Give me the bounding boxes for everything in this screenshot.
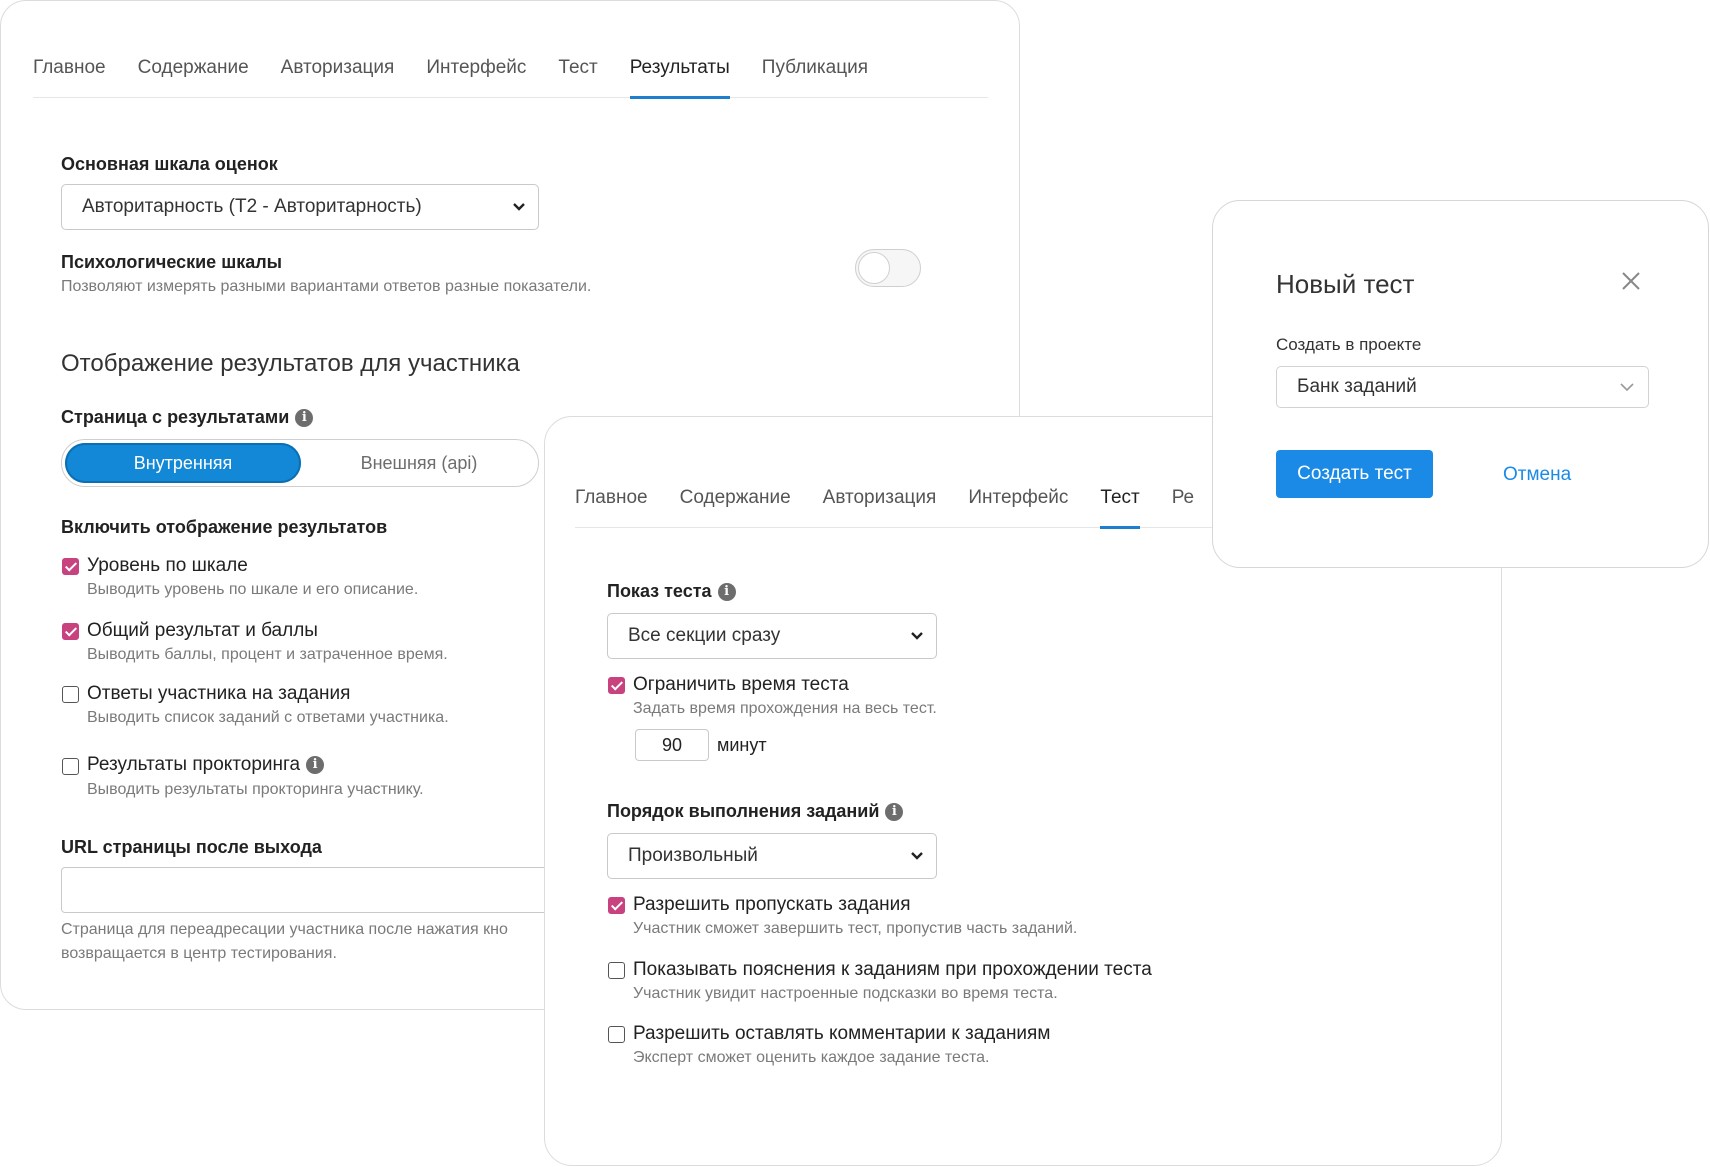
option-scale-level-hint: Выводить уровень по шкале и его описание… bbox=[87, 581, 419, 598]
url-label: URL страницы после выхода bbox=[61, 837, 322, 857]
info-icon[interactable]: i bbox=[885, 803, 904, 822]
tab-authorization[interactable]: Авторизация bbox=[823, 487, 937, 527]
cancel-button[interactable]: Отмена bbox=[1503, 464, 1571, 486]
info-icon[interactable]: i bbox=[295, 409, 314, 428]
option-proctoring-label: Результаты прокторинга i bbox=[87, 754, 325, 776]
allow-skip-label: Разрешить пропускать задания bbox=[633, 894, 911, 915]
option-total-result-hint: Выводить баллы, процент и затраченное вр… bbox=[87, 646, 448, 663]
results-page-segmented-control: Внутренняя Внешняя (api) bbox=[61, 439, 539, 487]
url-hint-line-1: Страница для переадресации участника пос… bbox=[61, 921, 508, 938]
chevron-down-icon bbox=[513, 203, 525, 211]
main-scale-select[interactable]: Авторитарность (Т2 - Авторитарность) bbox=[61, 184, 539, 230]
order-value: Произвольный bbox=[628, 845, 758, 866]
psych-scales-toggle[interactable] bbox=[855, 249, 921, 287]
results-page-label-text: Страница с результатами bbox=[61, 407, 290, 427]
psych-scales-label: Психологические шкалы bbox=[61, 252, 283, 272]
tab-authorization[interactable]: Авторизация bbox=[281, 57, 395, 97]
minutes-input[interactable]: 90 bbox=[635, 729, 709, 761]
option-total-result-checkbox[interactable] bbox=[62, 623, 79, 640]
option-total-result-label: Общий результат и баллы bbox=[87, 620, 318, 641]
option-proctoring-hint: Выводить результаты прокторинга участник… bbox=[87, 781, 424, 798]
allow-skip-checkbox[interactable] bbox=[608, 897, 625, 914]
tab-interface[interactable]: Интерфейс bbox=[426, 57, 526, 97]
option-scale-level-checkbox[interactable] bbox=[62, 558, 79, 575]
info-icon[interactable]: i bbox=[306, 755, 325, 774]
option-scale-level-label: Уровень по шкале bbox=[87, 555, 248, 576]
order-label-text: Порядок выполнения заданий bbox=[607, 801, 880, 821]
option-proctoring-checkbox[interactable] bbox=[62, 758, 79, 775]
project-select[interactable]: Банк заданий bbox=[1276, 366, 1649, 408]
minutes-unit: минут bbox=[717, 735, 767, 755]
tab-test[interactable]: Тест bbox=[558, 57, 597, 97]
tab-interface[interactable]: Интерфейс bbox=[968, 487, 1068, 527]
close-icon[interactable] bbox=[1621, 271, 1641, 291]
results-page-label: Страница с результатами i bbox=[61, 407, 314, 428]
tab-main[interactable]: Главное bbox=[33, 57, 106, 97]
option-answers-hint: Выводить список заданий с ответами участ… bbox=[87, 709, 449, 726]
limit-time-checkbox[interactable] bbox=[608, 677, 625, 694]
show-test-value: Все секции сразу bbox=[628, 625, 781, 646]
psych-scales-hint: Позволяют измерять разными вариантами от… bbox=[61, 278, 592, 295]
segment-internal-button[interactable]: Внутренняя bbox=[65, 443, 301, 483]
tab-bar: Главное Содержание Авторизация Интерфейс… bbox=[33, 57, 988, 99]
enable-display-label: Включить отображение результатов bbox=[61, 517, 388, 537]
option-proctoring-label-text: Результаты прокторинга bbox=[87, 754, 301, 775]
show-explanations-checkbox[interactable] bbox=[608, 962, 625, 979]
show-test-label-text: Показ теста bbox=[607, 581, 712, 601]
limit-time-label: Ограничить время теста bbox=[633, 674, 849, 695]
segment-external-button[interactable]: Внешняя (api) bbox=[302, 443, 536, 483]
show-test-label: Показ теста i bbox=[607, 581, 736, 602]
allow-comments-checkbox[interactable] bbox=[608, 1026, 625, 1043]
show-explanations-hint: Участник увидит настроенные подсказки во… bbox=[633, 985, 1058, 1002]
chevron-down-icon bbox=[1620, 383, 1634, 392]
main-scale-label: Основная шкала оценок bbox=[61, 154, 278, 174]
minutes-value: 90 bbox=[661, 734, 683, 755]
order-select[interactable]: Произвольный bbox=[607, 833, 937, 879]
show-explanations-label: Показывать пояснения к заданиям при прох… bbox=[633, 959, 1152, 980]
order-label: Порядок выполнения заданий i bbox=[607, 801, 904, 822]
info-icon[interactable]: i bbox=[717, 583, 736, 602]
chevron-down-icon bbox=[911, 632, 923, 640]
new-test-dialog: Новый тест Создать в проекте Банк задани… bbox=[1212, 200, 1709, 568]
tab-content[interactable]: Содержание bbox=[680, 487, 791, 527]
tab-content[interactable]: Содержание bbox=[138, 57, 249, 97]
show-test-select[interactable]: Все секции сразу bbox=[607, 613, 937, 659]
url-hint-line-2: возвращается в центр тестирования. bbox=[61, 945, 337, 962]
toggle-knob bbox=[858, 252, 890, 284]
tab-test[interactable]: Тест bbox=[1100, 487, 1141, 529]
dialog-title: Новый тест bbox=[1276, 269, 1415, 299]
tab-results[interactable]: Результаты bbox=[629, 57, 730, 99]
allow-comments-label: Разрешить оставлять комментарии к задани… bbox=[633, 1023, 1051, 1044]
option-answers-label: Ответы участника на задания bbox=[87, 683, 351, 704]
url-input[interactable] bbox=[61, 867, 621, 913]
tab-results[interactable]: Ре bbox=[1172, 487, 1194, 527]
tab-publication[interactable]: Публикация bbox=[762, 57, 868, 97]
project-label: Создать в проекте bbox=[1276, 335, 1422, 354]
tab-main[interactable]: Главное bbox=[575, 487, 648, 527]
create-test-button[interactable]: Создать тест bbox=[1276, 450, 1433, 498]
chevron-down-icon bbox=[911, 852, 923, 860]
main-scale-value: Авторитарность (Т2 - Авторитарность) bbox=[82, 196, 422, 217]
allow-comments-hint: Эксперт сможет оценить каждое задание те… bbox=[633, 1049, 990, 1066]
option-answers-checkbox[interactable] bbox=[62, 686, 79, 703]
limit-time-hint: Задать время прохождения на весь тест. bbox=[633, 700, 937, 717]
allow-skip-hint: Участник сможет завершить тест, пропусти… bbox=[633, 920, 1078, 937]
project-value: Банк заданий bbox=[1297, 376, 1417, 397]
section-title: Отображение результатов для участника bbox=[61, 350, 520, 377]
